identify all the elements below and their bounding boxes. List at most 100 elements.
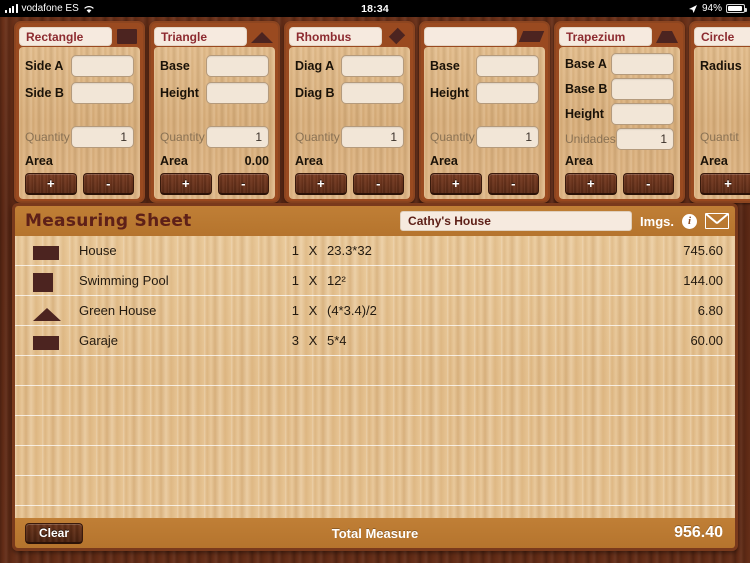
height-input[interactable] bbox=[206, 81, 269, 104]
empty-row[interactable] bbox=[15, 506, 735, 518]
subtract-button[interactable]: - bbox=[622, 173, 674, 195]
row-multiply-symbol: X bbox=[308, 273, 318, 288]
diag-a-input[interactable] bbox=[341, 54, 404, 77]
base-input[interactable] bbox=[476, 54, 539, 77]
row-value: 144.00 bbox=[683, 273, 723, 288]
table-row[interactable]: Green House 1 X (4*3.4)/2 6.80 bbox=[15, 296, 735, 326]
row-multiply-symbol: X bbox=[308, 243, 318, 258]
add-button[interactable]: + bbox=[25, 173, 77, 195]
area-label: Area bbox=[160, 153, 188, 168]
add-button[interactable]: + bbox=[295, 173, 347, 195]
field-row-side-b: Side B bbox=[25, 79, 134, 106]
panel-header: Trapezium bbox=[559, 26, 680, 47]
row-multiply-symbol: X bbox=[308, 303, 318, 318]
quantity-input[interactable]: 1 bbox=[206, 125, 269, 148]
shape-title-input[interactable]: Circle bbox=[694, 27, 750, 46]
panel-body: Base Height Quantity 1 Area + - bbox=[424, 47, 545, 199]
quantity-label: Quantity bbox=[430, 129, 475, 144]
images-button[interactable]: Imgs. bbox=[640, 214, 674, 229]
shape-panel-trapezium[interactable]: Trapezium Base A Base B Height Unidades … bbox=[554, 21, 685, 203]
area-label: Area bbox=[430, 153, 458, 168]
total-measure-label: Total Measure bbox=[331, 525, 419, 541]
add-button[interactable]: + bbox=[160, 173, 212, 195]
panel-header: Rectangle bbox=[19, 26, 140, 47]
height-input[interactable] bbox=[611, 103, 674, 126]
info-icon[interactable]: i bbox=[682, 213, 697, 229]
area-row: Area bbox=[565, 152, 674, 171]
field-row-base-b: Base B bbox=[565, 77, 674, 102]
base-b-input[interactable] bbox=[611, 78, 674, 101]
subtract-button[interactable]: - bbox=[487, 173, 539, 195]
base-a-input[interactable] bbox=[611, 53, 674, 76]
diag-b-input[interactable] bbox=[341, 81, 404, 104]
battery-percent-label: 94% bbox=[701, 3, 722, 14]
shape-title-input[interactable]: Trapezium bbox=[559, 27, 652, 46]
empty-row[interactable] bbox=[15, 446, 735, 476]
project-name-input[interactable]: Cathy's House bbox=[400, 211, 633, 231]
base-input[interactable] bbox=[206, 54, 269, 77]
area-row: Area bbox=[295, 150, 404, 171]
quantity-input[interactable]: 1 bbox=[341, 125, 404, 148]
page-title: Measuring Sheet bbox=[25, 211, 192, 231]
sheet-header: Measuring Sheet Cathy's House Imgs. i bbox=[15, 206, 735, 236]
add-button[interactable]: + bbox=[565, 173, 617, 195]
panel-header: Circle bbox=[694, 26, 750, 47]
shape-panel-circle[interactable]: Circle Radius Quantit Area + bbox=[689, 21, 750, 203]
parallelogram-shape-icon bbox=[521, 28, 543, 45]
row-quantity: 3 bbox=[291, 333, 299, 348]
field-label: Radius bbox=[700, 58, 742, 73]
subtract-button[interactable]: - bbox=[217, 173, 269, 195]
empty-row[interactable] bbox=[15, 476, 735, 506]
field-label: Base bbox=[160, 58, 190, 73]
field-row-base: Base bbox=[160, 52, 269, 79]
table-row[interactable]: House 1 X 23.3*32 745.60 bbox=[15, 236, 735, 266]
measuring-sheet: Measuring Sheet Cathy's House Imgs. i Ho… bbox=[12, 203, 738, 551]
shape-panel-triangle[interactable]: Triangle Base Height Quantity 1 Area 0.0… bbox=[149, 21, 280, 203]
row-formula: (4*3.4)/2 bbox=[327, 303, 377, 318]
shape-panel-rhombus[interactable]: Rhombus Diag A Diag B Quantity 1 Area + … bbox=[284, 21, 415, 203]
row-name: Green House bbox=[79, 303, 157, 318]
field-row-radius: Radius bbox=[700, 52, 750, 79]
status-bar-right: 94% bbox=[688, 3, 747, 14]
row-quantity: 1 bbox=[291, 273, 299, 288]
subtract-button[interactable]: - bbox=[82, 173, 134, 195]
field-label: Diag A bbox=[295, 58, 335, 73]
shape-title-input[interactable]: Rectangle bbox=[19, 27, 112, 46]
shape-panel-rectangle[interactable]: Rectangle Side A Side B Quantity 1 Area bbox=[14, 21, 145, 203]
shape-panels-strip: Rectangle Side A Side B Quantity 1 Area bbox=[0, 17, 750, 203]
side-a-input[interactable] bbox=[71, 54, 134, 77]
square-shape-icon bbox=[33, 271, 79, 292]
table-row[interactable]: Garaje 3 X 5*4 60.00 bbox=[15, 326, 735, 356]
quantity-input[interactable]: 1 bbox=[615, 128, 674, 151]
clear-button[interactable]: Clear bbox=[25, 522, 83, 544]
empty-row[interactable] bbox=[15, 416, 735, 446]
area-row: Area 0.00 bbox=[160, 150, 269, 171]
battery-charging-icon bbox=[726, 4, 747, 13]
button-row: + - bbox=[25, 173, 134, 195]
clock-label: 18:34 bbox=[361, 2, 389, 15]
height-input[interactable] bbox=[476, 81, 539, 104]
mail-icon[interactable] bbox=[705, 213, 729, 229]
quantity-label: Quantity bbox=[295, 129, 340, 144]
total-measure-value: 956.40 bbox=[674, 524, 723, 541]
field-row-quantity: Quantit bbox=[700, 123, 750, 150]
empty-row[interactable] bbox=[15, 386, 735, 416]
add-button[interactable]: + bbox=[430, 173, 482, 195]
empty-row[interactable] bbox=[15, 356, 735, 386]
field-label: Side B bbox=[25, 85, 64, 100]
rhombus-shape-icon bbox=[386, 28, 408, 45]
quantity-input[interactable]: 1 bbox=[476, 125, 539, 148]
quantity-input[interactable]: 1 bbox=[71, 125, 134, 148]
shape-title-input[interactable]: Rhombus bbox=[289, 27, 382, 46]
side-b-input[interactable] bbox=[71, 81, 134, 104]
table-row[interactable]: Swimming Pool 1 X 12² 144.00 bbox=[15, 266, 735, 296]
shape-title-input[interactable]: Triangle bbox=[154, 27, 247, 46]
subtract-button[interactable]: - bbox=[352, 173, 404, 195]
field-row-side-a: Side A bbox=[25, 52, 134, 79]
shape-title-input[interactable] bbox=[424, 27, 517, 46]
add-button[interactable]: + bbox=[700, 173, 750, 195]
shape-panel-parallelogram[interactable]: Base Height Quantity 1 Area + - bbox=[419, 21, 550, 203]
field-label: Base A bbox=[565, 57, 607, 72]
